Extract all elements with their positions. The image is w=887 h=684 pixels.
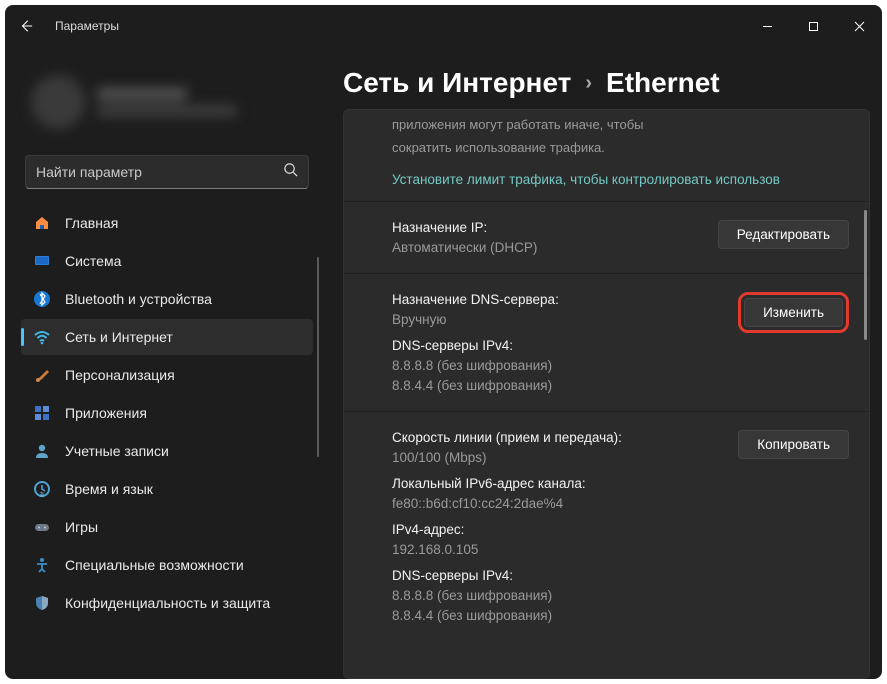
sidebar-item-home[interactable]: Главная [21, 205, 313, 241]
copy-button[interactable]: Копировать [738, 430, 849, 459]
sidebar-item-account[interactable]: Учетные записи [21, 433, 313, 469]
window-controls [744, 5, 882, 47]
edit-dns-button[interactable]: Изменить [744, 298, 843, 327]
ipv4-label: IPv4-адрес: [392, 522, 724, 537]
maximize-button[interactable] [790, 5, 836, 47]
shield-icon [33, 594, 51, 612]
search-input[interactable] [36, 164, 283, 180]
minimize-button[interactable] [744, 5, 790, 47]
window-title: Параметры [55, 19, 119, 33]
panel-scrollbar[interactable] [864, 210, 867, 340]
close-button[interactable] [836, 5, 882, 47]
sidebar-item-access[interactable]: Специальные возможности [21, 547, 313, 583]
sidebar-item-bluetooth[interactable]: Bluetooth и устройства [21, 281, 313, 317]
sidebar-item-label: Время и язык [65, 481, 153, 497]
sidebar-item-label: Приложения [65, 405, 147, 421]
ip-title: Назначение IP: [392, 220, 704, 235]
section-connection-details: Скорость линии (прием и передача): 100/1… [344, 411, 869, 641]
dns-title: Назначение DNS-сервера: [392, 292, 724, 307]
note-line: сократить использование трафика. [392, 139, 849, 157]
edit-ip-button[interactable]: Редактировать [718, 220, 849, 249]
dns-sub: DNS-серверы IPv4: [392, 338, 724, 353]
brush-icon [33, 366, 51, 384]
section-ip-assignment: Назначение IP: Автоматически (DHCP) Реда… [344, 201, 869, 273]
sidebar-item-games[interactable]: Игры [21, 509, 313, 545]
sidebar-item-label: Bluetooth и устройства [65, 291, 212, 307]
sidebar-item-brush[interactable]: Персонализация [21, 357, 313, 393]
main-content: Сеть и Интернет › Ethernet приложения мо… [321, 47, 882, 679]
ipv4-value: 192.168.0.105 [392, 542, 724, 557]
wifi-icon [33, 328, 51, 346]
dns4-v2: 8.8.4.4 (без шифрования) [392, 608, 724, 623]
sidebar-item-shield[interactable]: Конфиденциальность и защита [21, 585, 313, 621]
sidebar-item-label: Конфиденциальность и защита [65, 595, 270, 611]
note-line: приложения могут работать иначе, чтобы [392, 116, 849, 134]
sidebar-item-label: Специальные возможности [65, 557, 244, 573]
back-button[interactable] [19, 19, 33, 33]
section-dns-assignment: Назначение DNS-сервера: Вручную DNS-серв… [344, 273, 869, 411]
dns-server-1: 8.8.8.8 (без шифрования) [392, 358, 724, 373]
account-icon [33, 442, 51, 460]
breadcrumb: Сеть и Интернет › Ethernet [343, 67, 870, 99]
sidebar-item-label: Учетные записи [65, 443, 169, 459]
sidebar-item-label: Система [65, 253, 121, 269]
sidebar-item-label: Игры [65, 519, 98, 535]
sidebar-item-apps[interactable]: Приложения [21, 395, 313, 431]
dns-value: Вручную [392, 312, 724, 327]
sidebar-item-label: Персонализация [65, 367, 175, 383]
sidebar-scrollbar[interactable] [317, 257, 319, 457]
sidebar-item-label: Главная [65, 215, 118, 231]
dns4-v1: 8.8.8.8 (без шифрования) [392, 588, 724, 603]
dns4-label: DNS-серверы IPv4: [392, 568, 724, 583]
search-icon [283, 162, 298, 182]
access-icon [33, 556, 51, 574]
dns-server-2: 8.8.4.4 (без шифрования) [392, 378, 724, 393]
bluetooth-icon [33, 290, 51, 308]
ipv6-label: Локальный IPv6-адрес канала: [392, 476, 724, 491]
svg-text:あ: あ [39, 492, 45, 498]
titlebar: Параметры [5, 5, 882, 47]
traffic-limit-link[interactable]: Установите лимит трафика, чтобы контроли… [392, 172, 849, 187]
search-box[interactable] [25, 155, 309, 189]
games-icon [33, 518, 51, 536]
settings-panel: приложения могут работать иначе, чтобы с… [343, 109, 870, 679]
sidebar-item-time[interactable]: あ Время и язык [21, 471, 313, 507]
avatar [31, 75, 85, 129]
sidebar: Главная Система Bluetooth и устройства Сеть… [5, 47, 321, 621]
system-icon [33, 252, 51, 270]
ip-value: Автоматически (DHCP) [392, 240, 704, 255]
settings-window: Параметры Главная Система Bluetooth и устр… [5, 5, 882, 679]
edit-dns-highlight: Изменить [738, 292, 849, 333]
user-block[interactable] [21, 57, 313, 147]
time-icon: あ [33, 480, 51, 498]
apps-icon [33, 404, 51, 422]
speed-value: 100/100 (Mbps) [392, 450, 724, 465]
chevron-right-icon: › [585, 72, 592, 95]
breadcrumb-parent[interactable]: Сеть и Интернет [343, 67, 571, 99]
sidebar-item-label: Сеть и Интернет [65, 329, 173, 345]
breadcrumb-current: Ethernet [606, 67, 720, 99]
speed-label: Скорость линии (прием и передача): [392, 430, 724, 445]
sidebar-item-system[interactable]: Система [21, 243, 313, 279]
section-traffic-note: приложения могут работать иначе, чтобы с… [344, 110, 869, 201]
ipv6-value: fe80::b6d:cf10:cc24:2dae%4 [392, 496, 724, 511]
nav: Главная Система Bluetooth и устройства Сеть… [21, 205, 313, 621]
sidebar-item-wifi[interactable]: Сеть и Интернет [21, 319, 313, 355]
home-icon [33, 214, 51, 232]
